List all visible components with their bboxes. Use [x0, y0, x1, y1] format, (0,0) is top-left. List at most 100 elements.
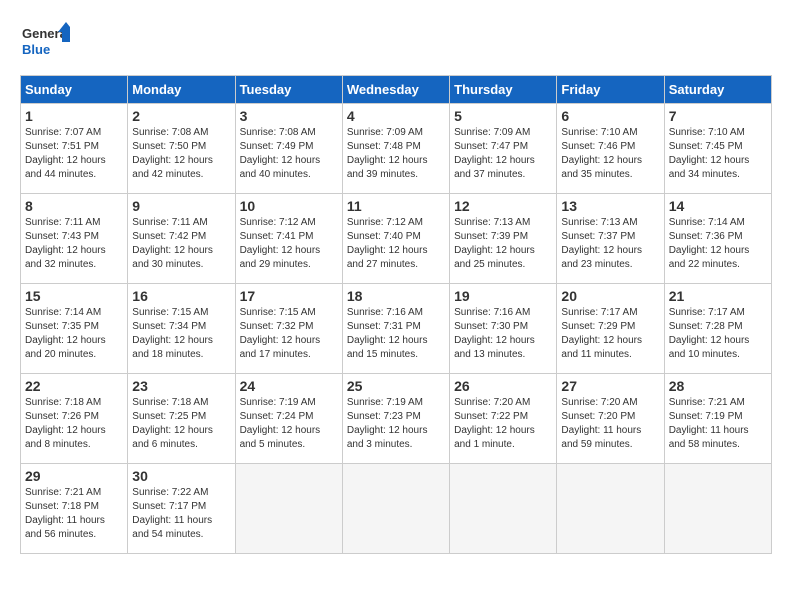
day-number: 1 [25, 108, 123, 124]
calendar-cell: 21 Sunrise: 7:17 AMSunset: 7:28 PMDayligh… [664, 284, 771, 374]
calendar-cell: 9 Sunrise: 7:11 AMSunset: 7:42 PMDaylight… [128, 194, 235, 284]
calendar-table: SundayMondayTuesdayWednesdayThursdayFrid… [20, 75, 772, 554]
day-number: 13 [561, 198, 659, 214]
day-number: 19 [454, 288, 552, 304]
calendar-cell: 28 Sunrise: 7:21 AMSunset: 7:19 PMDayligh… [664, 374, 771, 464]
day-info: Sunrise: 7:07 AMSunset: 7:51 PMDaylight:… [25, 126, 123, 182]
day-info: Sunrise: 7:15 AMSunset: 7:34 PMDaylight:… [132, 306, 230, 362]
calendar-cell [557, 464, 664, 554]
day-number: 12 [454, 198, 552, 214]
day-number: 20 [561, 288, 659, 304]
day-number: 5 [454, 108, 552, 124]
calendar-cell: 2 Sunrise: 7:08 AMSunset: 7:50 PMDaylight… [128, 104, 235, 194]
day-number: 18 [347, 288, 445, 304]
day-info: Sunrise: 7:08 AMSunset: 7:50 PMDaylight:… [132, 126, 230, 182]
day-info: Sunrise: 7:19 AMSunset: 7:23 PMDaylight:… [347, 396, 445, 452]
day-number: 21 [669, 288, 767, 304]
day-info: Sunrise: 7:13 AMSunset: 7:39 PMDaylight:… [454, 216, 552, 272]
calendar-cell [235, 464, 342, 554]
day-number: 11 [347, 198, 445, 214]
calendar-cell: 1 Sunrise: 7:07 AMSunset: 7:51 PMDaylight… [21, 104, 128, 194]
calendar-cell: 23 Sunrise: 7:18 AMSunset: 7:25 PMDayligh… [128, 374, 235, 464]
calendar-cell: 18 Sunrise: 7:16 AMSunset: 7:31 PMDayligh… [342, 284, 449, 374]
day-info: Sunrise: 7:14 AMSunset: 7:36 PMDaylight:… [669, 216, 767, 272]
day-info: Sunrise: 7:20 AMSunset: 7:20 PMDaylight:… [561, 396, 659, 452]
day-info: Sunrise: 7:16 AMSunset: 7:30 PMDaylight:… [454, 306, 552, 362]
day-info: Sunrise: 7:09 AMSunset: 7:48 PMDaylight:… [347, 126, 445, 182]
calendar-cell: 14 Sunrise: 7:14 AMSunset: 7:36 PMDayligh… [664, 194, 771, 284]
day-number: 7 [669, 108, 767, 124]
calendar-cell: 12 Sunrise: 7:13 AMSunset: 7:39 PMDayligh… [450, 194, 557, 284]
logo: General Blue [20, 20, 70, 65]
day-number: 10 [240, 198, 338, 214]
day-info: Sunrise: 7:10 AMSunset: 7:45 PMDaylight:… [669, 126, 767, 182]
page-header: General Blue [20, 20, 772, 65]
day-number: 28 [669, 378, 767, 394]
calendar-cell: 16 Sunrise: 7:15 AMSunset: 7:34 PMDayligh… [128, 284, 235, 374]
calendar-cell: 22 Sunrise: 7:18 AMSunset: 7:26 PMDayligh… [21, 374, 128, 464]
day-info: Sunrise: 7:09 AMSunset: 7:47 PMDaylight:… [454, 126, 552, 182]
calendar-cell: 26 Sunrise: 7:20 AMSunset: 7:22 PMDayligh… [450, 374, 557, 464]
calendar-cell: 7 Sunrise: 7:10 AMSunset: 7:45 PMDaylight… [664, 104, 771, 194]
day-number: 25 [347, 378, 445, 394]
day-number: 6 [561, 108, 659, 124]
day-info: Sunrise: 7:15 AMSunset: 7:32 PMDaylight:… [240, 306, 338, 362]
calendar-cell: 5 Sunrise: 7:09 AMSunset: 7:47 PMDaylight… [450, 104, 557, 194]
day-info: Sunrise: 7:11 AMSunset: 7:42 PMDaylight:… [132, 216, 230, 272]
calendar-cell [342, 464, 449, 554]
day-info: Sunrise: 7:17 AMSunset: 7:28 PMDaylight:… [669, 306, 767, 362]
calendar-cell: 25 Sunrise: 7:19 AMSunset: 7:23 PMDayligh… [342, 374, 449, 464]
calendar-cell: 27 Sunrise: 7:20 AMSunset: 7:20 PMDayligh… [557, 374, 664, 464]
calendar-cell: 24 Sunrise: 7:19 AMSunset: 7:24 PMDayligh… [235, 374, 342, 464]
day-header-wednesday: Wednesday [342, 76, 449, 104]
day-number: 23 [132, 378, 230, 394]
calendar-cell: 10 Sunrise: 7:12 AMSunset: 7:41 PMDayligh… [235, 194, 342, 284]
day-header-tuesday: Tuesday [235, 76, 342, 104]
day-info: Sunrise: 7:18 AMSunset: 7:25 PMDaylight:… [132, 396, 230, 452]
svg-text:Blue: Blue [22, 42, 50, 57]
day-info: Sunrise: 7:19 AMSunset: 7:24 PMDaylight:… [240, 396, 338, 452]
calendar-cell: 15Sunrise: 7:14 AMSunset: 7:35 PMDayligh… [21, 284, 128, 374]
day-number: 24 [240, 378, 338, 394]
calendar-cell: 8Sunrise: 7:11 AMSunset: 7:43 PMDaylight… [21, 194, 128, 284]
day-header-friday: Friday [557, 76, 664, 104]
day-info: Sunrise: 7:11 AMSunset: 7:43 PMDaylight:… [25, 216, 123, 272]
day-number: 16 [132, 288, 230, 304]
day-number: 14 [669, 198, 767, 214]
day-info: Sunrise: 7:18 AMSunset: 7:26 PMDaylight:… [25, 396, 123, 452]
day-info: Sunrise: 7:22 AMSunset: 7:17 PMDaylight:… [132, 486, 230, 542]
calendar-cell: 3 Sunrise: 7:08 AMSunset: 7:49 PMDaylight… [235, 104, 342, 194]
calendar-cell: 20 Sunrise: 7:17 AMSunset: 7:29 PMDayligh… [557, 284, 664, 374]
calendar-cell: 30 Sunrise: 7:22 AMSunset: 7:17 PMDayligh… [128, 464, 235, 554]
day-number: 4 [347, 108, 445, 124]
calendar-cell: 19 Sunrise: 7:16 AMSunset: 7:30 PMDayligh… [450, 284, 557, 374]
day-info: Sunrise: 7:12 AMSunset: 7:40 PMDaylight:… [347, 216, 445, 272]
day-number: 27 [561, 378, 659, 394]
day-info: Sunrise: 7:08 AMSunset: 7:49 PMDaylight:… [240, 126, 338, 182]
day-number: 22 [25, 378, 123, 394]
calendar-cell: 13Sunrise: 7:13 AMSunset: 7:37 PMDayligh… [557, 194, 664, 284]
calendar-cell: 11 Sunrise: 7:12 AMSunset: 7:40 PMDayligh… [342, 194, 449, 284]
calendar-cell: 6 Sunrise: 7:10 AMSunset: 7:46 PMDaylight… [557, 104, 664, 194]
logo-svg: General Blue [20, 20, 70, 65]
day-header-sunday: Sunday [21, 76, 128, 104]
day-number: 9 [132, 198, 230, 214]
day-number: 29 [25, 468, 123, 484]
day-number: 2 [132, 108, 230, 124]
day-number: 3 [240, 108, 338, 124]
day-info: Sunrise: 7:17 AMSunset: 7:29 PMDaylight:… [561, 306, 659, 362]
calendar-cell [664, 464, 771, 554]
day-number: 30 [132, 468, 230, 484]
day-header-thursday: Thursday [450, 76, 557, 104]
calendar-cell: 29Sunrise: 7:21 AMSunset: 7:18 PMDayligh… [21, 464, 128, 554]
calendar-cell: 4 Sunrise: 7:09 AMSunset: 7:48 PMDaylight… [342, 104, 449, 194]
day-info: Sunrise: 7:10 AMSunset: 7:46 PMDaylight:… [561, 126, 659, 182]
day-info: Sunrise: 7:21 AMSunset: 7:19 PMDaylight:… [669, 396, 767, 452]
day-header-monday: Monday [128, 76, 235, 104]
day-number: 17 [240, 288, 338, 304]
day-number: 26 [454, 378, 552, 394]
day-info: Sunrise: 7:16 AMSunset: 7:31 PMDaylight:… [347, 306, 445, 362]
day-info: Sunrise: 7:14 AMSunset: 7:35 PMDaylight:… [25, 306, 123, 362]
day-info: Sunrise: 7:20 AMSunset: 7:22 PMDaylight:… [454, 396, 552, 452]
day-info: Sunrise: 7:12 AMSunset: 7:41 PMDaylight:… [240, 216, 338, 272]
